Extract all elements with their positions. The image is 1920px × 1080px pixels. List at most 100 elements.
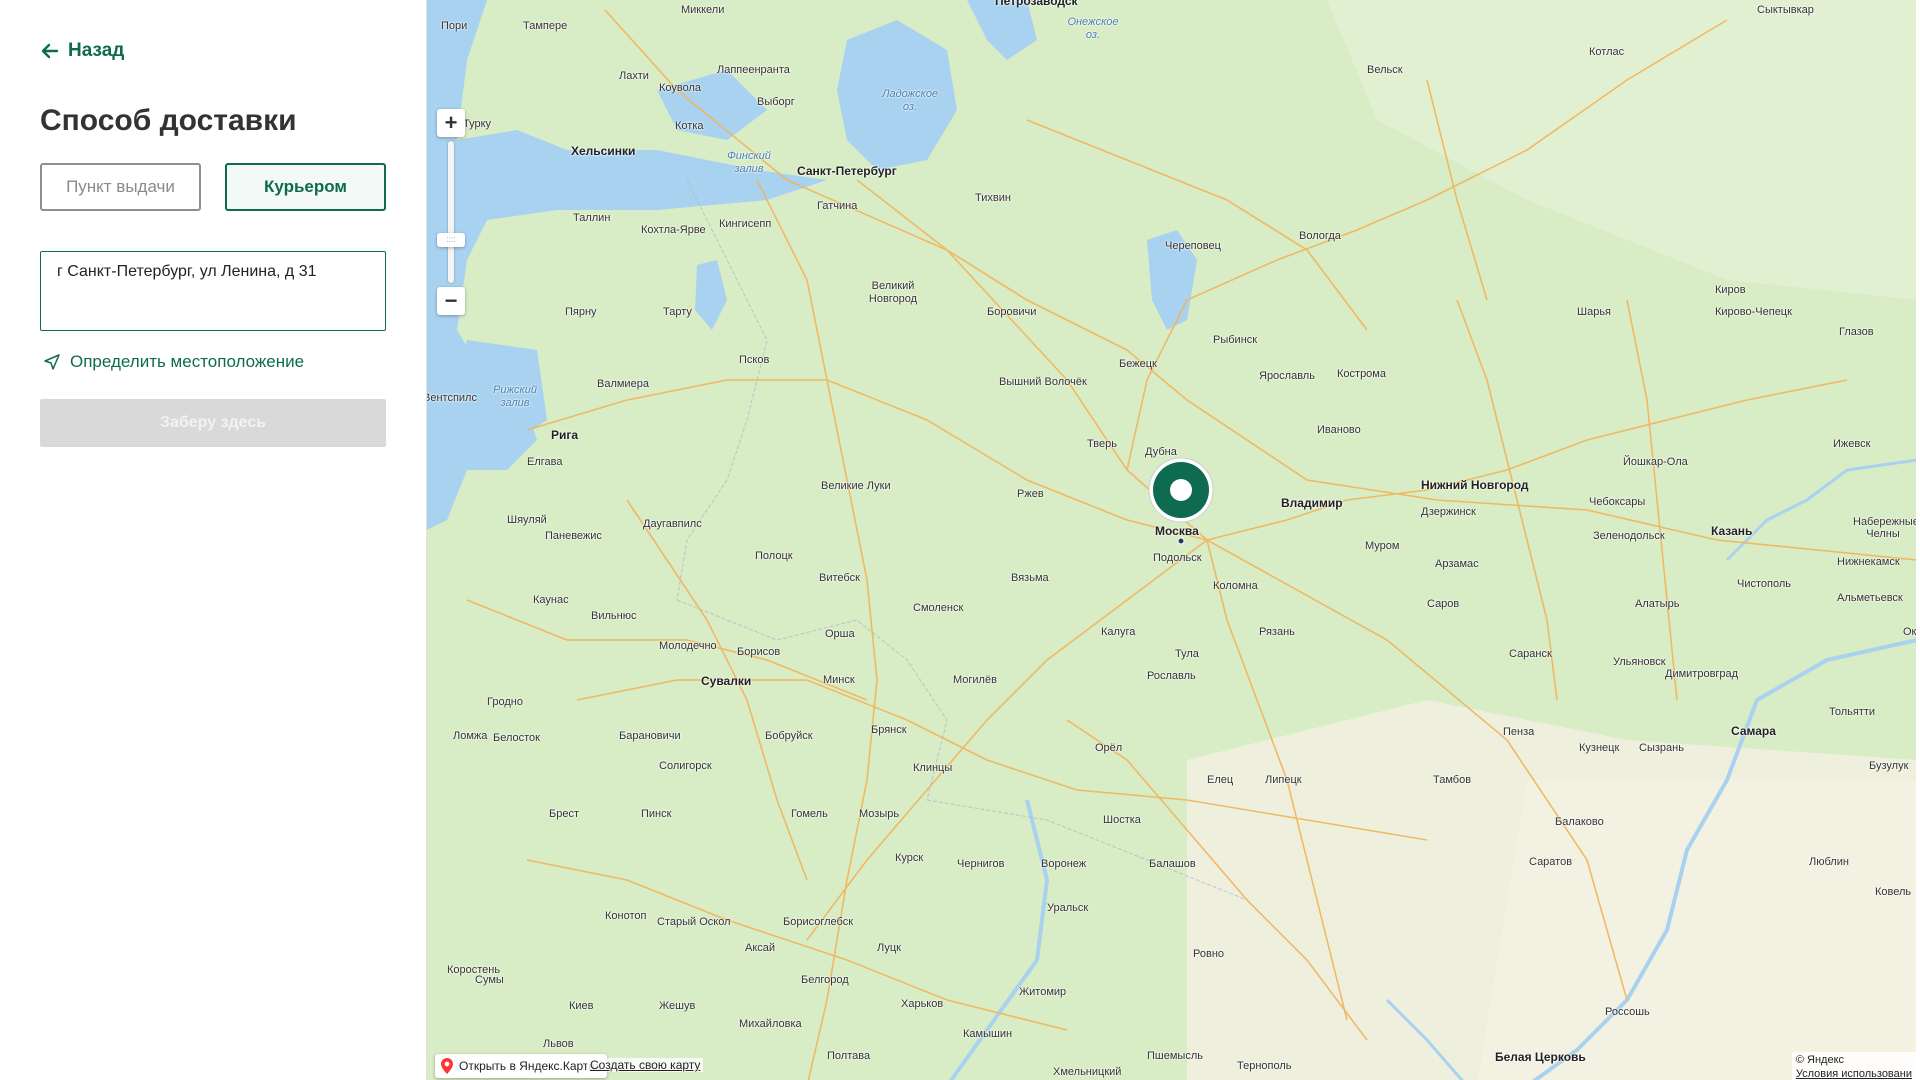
address-input[interactable] — [40, 251, 386, 331]
delivery-panel: Назад Способ доставки Пункт выдачи Курье… — [0, 0, 426, 1080]
city-label: Борисов — [737, 646, 781, 658]
city-label: Москва — [1155, 524, 1199, 538]
city-label: Смоленск — [913, 602, 964, 614]
city-label: Дзержинск — [1421, 506, 1476, 518]
detect-location-link[interactable]: Определить местоположение — [44, 352, 304, 372]
city-label: Великие Луки — [821, 480, 891, 492]
city-label: Ржев — [1017, 488, 1044, 500]
map-view[interactable]: Пори Тампере Миккели Петрозаводск Онежск… — [426, 0, 1916, 1080]
city-label: Орёл — [1095, 742, 1123, 754]
city-label: Белосток — [493, 732, 540, 744]
city-label: Луцк — [877, 942, 901, 954]
back-button[interactable]: Назад — [40, 40, 124, 62]
city-label: Рыбинск — [1213, 334, 1258, 346]
create-map-link[interactable]: Создать свою карту — [587, 1058, 704, 1072]
city-label: Камышин — [963, 1028, 1013, 1040]
city-label: Балашов — [1149, 858, 1196, 870]
city-label: Воронеж — [1041, 858, 1087, 870]
city-label: Чебоксары — [1589, 496, 1646, 508]
open-in-yandex-maps-button[interactable]: Открыть в Яндекс.Картах — [435, 1054, 607, 1078]
city-label: Рославль — [1147, 670, 1196, 682]
city-label: Нижний Новгород — [1421, 478, 1529, 492]
city-label: Димитровград — [1665, 668, 1739, 680]
arrow-left-icon — [41, 43, 59, 59]
city-label: Подольск — [1153, 552, 1202, 564]
city-label: Саров — [1427, 598, 1460, 610]
city-label: Липецк — [1265, 774, 1302, 786]
city-label: Вологда — [1299, 230, 1341, 242]
city-label: Шостка — [1103, 814, 1141, 826]
city-label: Михайловка — [739, 1018, 802, 1030]
terms-link[interactable]: Условия использовани — [1796, 1067, 1912, 1080]
city-label: Самара — [1731, 724, 1776, 738]
city-label: Набережные Челны — [1853, 516, 1916, 540]
city-label: Котлас — [1589, 46, 1625, 58]
city-label: Вязьма — [1011, 572, 1049, 584]
city-label: Елгава — [527, 456, 563, 468]
copyright: © Яндекс Условия использовани — [1791, 1052, 1916, 1080]
city-label: Котка — [675, 120, 704, 132]
city-label: Белая Церковь — [1495, 1050, 1586, 1064]
city-label: Брянск — [871, 724, 907, 736]
city-label: Лаппеенранта — [717, 64, 790, 76]
city-label: Минск — [823, 674, 855, 686]
city-label: Жешув — [659, 1000, 696, 1012]
tab-pickup-point[interactable]: Пункт выдачи — [40, 163, 201, 211]
city-label: Пшемысль — [1147, 1050, 1203, 1062]
zoom-in-button[interactable]: + — [437, 109, 465, 137]
city-label: Саранск — [1509, 648, 1552, 660]
city-label: Елец — [1207, 774, 1234, 786]
city-label: Молодечно — [659, 640, 717, 652]
city-label: Хмельницкий — [1053, 1066, 1122, 1078]
city-label: Орша — [825, 628, 855, 640]
gulf-label: Рижский залив — [493, 384, 537, 409]
zoom-control: + :::: − — [437, 109, 465, 315]
city-label: Бобруйск — [765, 730, 813, 742]
city-label: Вышний Волочёк — [999, 376, 1087, 388]
city-label: Вентспилс — [426, 392, 477, 404]
city-label: Львов — [543, 1038, 574, 1050]
city-label: Полтава — [827, 1050, 871, 1062]
city-label: Пори — [441, 20, 468, 32]
city-label: Сыктывкар — [1757, 4, 1814, 16]
city-label: Боровичи — [987, 306, 1037, 318]
open-in-yandex-maps-label: Открыть в Яндекс.Картах — [459, 1059, 601, 1073]
city-label: Паневежис — [545, 530, 602, 542]
city-label: Гомель — [791, 808, 828, 820]
zoom-out-button[interactable]: − — [437, 287, 465, 315]
city-label: Пинск — [641, 808, 672, 820]
city-label: Муром — [1365, 540, 1400, 552]
gulf-label: Финский залив — [727, 150, 771, 175]
city-label: Тернополь — [1237, 1060, 1292, 1072]
lake-label: Ладожское оз. — [881, 88, 939, 113]
city-label: Шяуляй — [507, 514, 547, 526]
city-label: Тарту — [663, 306, 692, 318]
city-label: Выборг — [757, 96, 795, 108]
lake-label: Онежское оз. — [1067, 16, 1119, 41]
city-label: Гродно — [487, 696, 523, 708]
city-label: Пярну — [565, 306, 597, 318]
back-label: Назад — [68, 40, 125, 61]
city-label: Глазов — [1839, 326, 1874, 338]
city-label: Йошкар-Ола — [1623, 456, 1688, 468]
city-label: Житомир — [1019, 986, 1067, 998]
city-label: Вильнюс — [591, 610, 637, 622]
city-label: Псков — [739, 354, 770, 366]
tab-courier[interactable]: Курьером — [225, 163, 386, 211]
app-root: Назад Способ доставки Пункт выдачи Курье… — [0, 0, 1920, 1080]
zoom-slider-handle[interactable]: :::: — [437, 233, 465, 247]
city-label: Ульяновск — [1613, 656, 1666, 668]
navigation-arrow-icon — [44, 354, 60, 370]
city-label: Сызрань — [1639, 742, 1684, 754]
city-label: Гатчина — [817, 200, 858, 212]
location-pin-icon[interactable] — [1147, 456, 1215, 524]
zoom-slider-track[interactable] — [448, 141, 454, 283]
city-label: Бузулук — [1869, 760, 1909, 772]
city-label: Валмиера — [597, 378, 649, 390]
city-label: Тула — [1175, 648, 1199, 660]
city-label: Вельск — [1367, 64, 1403, 76]
city-label: Шарья — [1577, 306, 1612, 318]
city-label: Ковель — [1875, 886, 1912, 898]
city-label: Клинцы — [913, 762, 953, 774]
pick-here-button[interactable]: Заберу здесь — [40, 399, 386, 447]
